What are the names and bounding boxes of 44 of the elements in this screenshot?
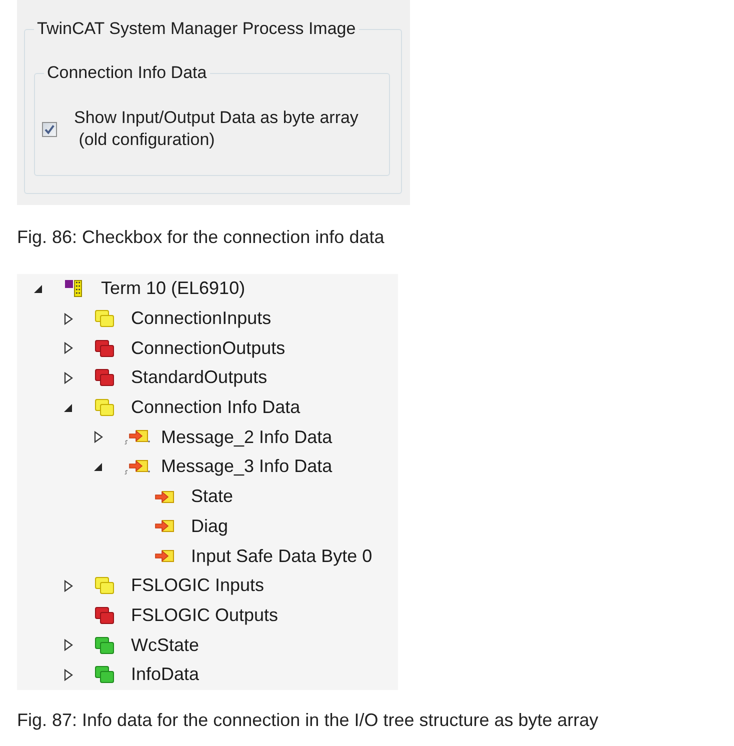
stacked-squares-icon bbox=[95, 666, 114, 684]
group-title: Connection Info Data bbox=[46, 62, 208, 84]
tree-item-label[interactable]: Message_3 Info Data bbox=[161, 456, 332, 478]
tree-item-label[interactable]: ConnectionInputs bbox=[131, 308, 272, 330]
stacked-squares-icon bbox=[95, 369, 114, 386]
tree-item-label[interactable]: State bbox=[191, 486, 234, 508]
tree-item-label[interactable]: Connection Info Data bbox=[131, 397, 300, 418]
group-title: TwinCAT System Manager Process Image bbox=[36, 18, 357, 40]
checkbox[interactable] bbox=[42, 122, 57, 136]
figure-caption: Fig. 87: Info data for the connection in the I/O tree structure as byte array bbox=[17, 708, 598, 731]
expand-arrow-icon[interactable] bbox=[64, 312, 72, 325]
stacked-squares-icon bbox=[95, 606, 114, 624]
tree-item-label[interactable]: InfoData bbox=[131, 664, 200, 686]
expand-arrow-icon[interactable] bbox=[64, 342, 72, 354]
expand-arrow-icon[interactable] bbox=[94, 431, 102, 444]
tree-item-label[interactable]: Input Safe Data Byte 0 bbox=[191, 546, 372, 567]
checkbox-label[interactable]: Show Input/Output Data as byte array (old configuration) bbox=[74, 107, 358, 151]
tree-item-label[interactable]: Term 10 (EL6910) bbox=[101, 278, 246, 300]
arrow-box-icon bbox=[155, 519, 174, 534]
expand-arrow-icon[interactable] bbox=[64, 668, 72, 681]
tree-item-label[interactable]: Message_2 Info Data bbox=[161, 426, 332, 448]
expand-arrow-icon[interactable] bbox=[64, 639, 72, 652]
expand-arrow-icon[interactable] bbox=[94, 462, 102, 471]
stacked-squares-icon bbox=[95, 577, 114, 594]
stacked-squares-icon bbox=[95, 310, 114, 328]
stacked-squares-icon bbox=[95, 636, 114, 654]
expand-arrow-icon[interactable] bbox=[34, 284, 42, 293]
tree-item-label[interactable]: StandardOutputs bbox=[131, 367, 268, 388]
arrow-box-icon bbox=[155, 490, 174, 504]
figure-caption: Fig. 86: Checkbox for the connection info data bbox=[17, 226, 384, 248]
arrow-box-icon bbox=[124, 428, 150, 446]
expand-arrow-icon[interactable] bbox=[64, 404, 72, 412]
arrow-box-icon bbox=[124, 458, 150, 476]
expand-arrow-icon[interactable] bbox=[64, 372, 72, 384]
tree-item-label[interactable]: WcState bbox=[131, 634, 200, 656]
module-icon bbox=[65, 280, 82, 298]
arrow-box-icon bbox=[155, 549, 174, 564]
tree-item-label[interactable]: Diag bbox=[191, 516, 228, 537]
tree-item-label[interactable]: ConnectionOutputs bbox=[131, 338, 286, 359]
stacked-squares-icon bbox=[95, 399, 114, 416]
stacked-squares-icon bbox=[95, 340, 114, 357]
expand-arrow-icon[interactable] bbox=[64, 580, 72, 592]
tree-item-label[interactable]: FSLOGIC Inputs bbox=[131, 575, 264, 596]
tree-item-label[interactable]: FSLOGIC Outputs bbox=[131, 604, 278, 626]
